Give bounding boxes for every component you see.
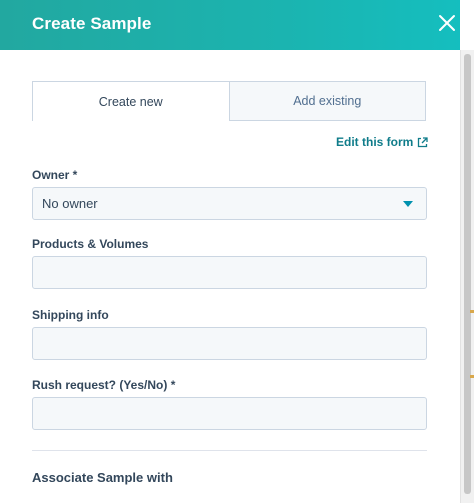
owner-label: Owner *	[32, 168, 78, 182]
owner-select-value: No owner	[42, 196, 98, 211]
close-icon	[439, 15, 455, 31]
panel-scrollbar[interactable]	[460, 50, 474, 503]
products-volumes-input[interactable]	[32, 256, 427, 289]
rush-request-label: Rush request? (Yes/No) *	[32, 378, 176, 392]
panel-header: Create Sample	[0, 0, 460, 50]
products-volumes-label: Products & Volumes	[32, 237, 149, 251]
scroll-marker	[470, 310, 474, 313]
external-link-icon	[418, 136, 428, 147]
rush-request-input[interactable]	[32, 397, 427, 430]
tab-create-new[interactable]: Create new	[32, 81, 230, 121]
create-sample-panel: Create Sample Create new Add existing Ed…	[0, 0, 460, 503]
associate-section-title: Associate Sample with	[32, 470, 173, 485]
form-tabs: Create new Add existing	[32, 81, 426, 121]
caret-down-icon	[403, 201, 413, 207]
tab-add-existing[interactable]: Add existing	[229, 81, 426, 121]
close-button[interactable]	[436, 12, 458, 34]
shipping-info-input[interactable]	[32, 327, 427, 360]
scroll-marker	[470, 375, 474, 378]
panel-title: Create Sample	[32, 14, 152, 33]
section-divider	[32, 450, 427, 451]
edit-form-link[interactable]: Edit this form	[336, 135, 428, 149]
scrollbar-thumb[interactable]	[464, 54, 471, 494]
edit-form-link-label: Edit this form	[336, 135, 414, 149]
shipping-info-label: Shipping info	[32, 308, 109, 322]
owner-select[interactable]: No owner	[32, 187, 427, 220]
